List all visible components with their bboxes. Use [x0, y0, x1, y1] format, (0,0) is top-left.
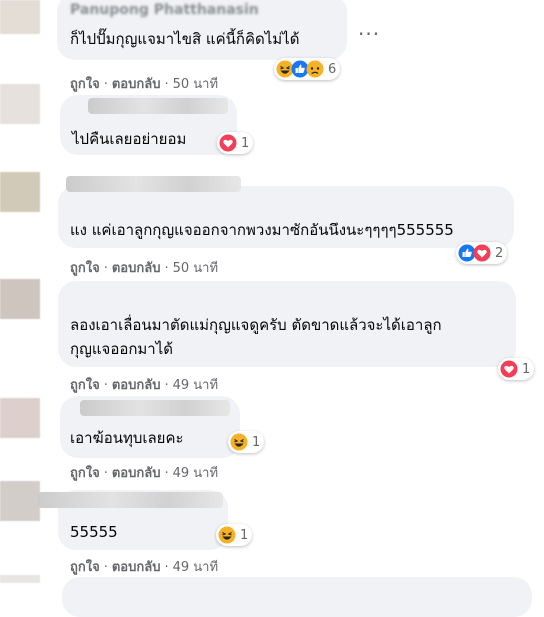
- avatar[interactable]: [0, 481, 40, 521]
- like-link[interactable]: ถูกใจ: [70, 378, 100, 393]
- separator: ·: [164, 261, 169, 276]
- comment-actions: ถูกใจ · ตอบกลับ · 49 นาที: [70, 556, 218, 577]
- commenter-name-blurred[interactable]: [66, 176, 241, 192]
- reaction-summary[interactable]: 2: [456, 242, 508, 264]
- avatar[interactable]: [0, 279, 40, 319]
- comment-actions: ถูกใจ · ตอบกลับ · 49 นาที: [70, 374, 218, 395]
- comment-time[interactable]: 49 นาที: [173, 560, 218, 575]
- comment-bubble: [62, 577, 532, 617]
- comment-text: ไปคืนเลยอย่ายอม: [72, 130, 187, 148]
- like-link[interactable]: ถูกใจ: [70, 560, 100, 575]
- comment-time[interactable]: 50 นาที: [173, 77, 218, 92]
- comment-text: 55555: [70, 523, 118, 541]
- avatar[interactable]: [0, 172, 40, 212]
- comment-text: แง แค่เอาลูกกุญแจออกจากพวงมาซักอันนึงนะๆ…: [70, 221, 454, 239]
- reaction-count: 1: [241, 135, 250, 151]
- reply-link[interactable]: ตอบกลับ: [112, 560, 161, 575]
- like-link[interactable]: ถูกใจ: [70, 466, 100, 481]
- avatar[interactable]: [0, 0, 40, 34]
- commenter-name-blurred[interactable]: [80, 400, 230, 416]
- reaction-summary[interactable]: 6: [274, 58, 341, 80]
- separator: ·: [164, 560, 169, 575]
- like-link[interactable]: ถูกใจ: [70, 261, 100, 276]
- comment-bubble: ลองเอาเลื่อนมาตัดแม่กุญแจดูครับ ตัดขาดแล…: [58, 281, 516, 367]
- reaction-summary[interactable]: 1: [498, 358, 535, 380]
- love-icon: [500, 360, 518, 378]
- haha-icon: [218, 526, 236, 544]
- comment-bubble: ไปคืนเลยอย่ายอม: [60, 95, 237, 155]
- reaction-count: 1: [240, 527, 249, 543]
- reaction-count: 2: [495, 245, 504, 261]
- comment-text: ลองเอาเลื่อนมาตัดแม่กุญแจดูครับ ตัดขาดแล…: [70, 316, 442, 334]
- reaction-summary[interactable]: 1: [228, 431, 265, 453]
- commenter-name-blurred[interactable]: [38, 492, 223, 508]
- like-link[interactable]: ถูกใจ: [70, 77, 100, 92]
- reaction-summary[interactable]: 1: [216, 524, 253, 546]
- comment-time[interactable]: 50 นาที: [173, 261, 218, 276]
- more-options-icon[interactable]: ···: [358, 22, 380, 46]
- comment-text: กุญแจออกมาได้: [70, 340, 174, 358]
- avatar[interactable]: [0, 84, 40, 124]
- reaction-count: 6: [328, 61, 337, 77]
- reaction-summary[interactable]: 1: [217, 132, 254, 154]
- separator: ·: [103, 560, 108, 575]
- sad-icon: [306, 60, 324, 78]
- reply-link[interactable]: ตอบกลับ: [112, 77, 161, 92]
- comment-time[interactable]: 49 นาที: [173, 378, 218, 393]
- avatar[interactable]: [0, 575, 40, 583]
- reaction-count: 1: [252, 434, 261, 450]
- comment-bubble: แง แค่เอาลูกกุญแจออกจากพวงมาซักอันนึงนะๆ…: [58, 176, 514, 248]
- reply-link[interactable]: ตอบกลับ: [112, 378, 161, 393]
- commenter-name[interactable]: Panupong Phatthanasin: [70, 0, 259, 22]
- separator: ·: [103, 378, 108, 393]
- love-icon: [219, 134, 237, 152]
- comment-time[interactable]: 49 นาที: [173, 466, 218, 481]
- separator: ·: [103, 77, 108, 92]
- separator: ·: [164, 77, 169, 92]
- separator: ·: [103, 466, 108, 481]
- comment-actions: ถูกใจ · ตอบกลับ · 49 นาที: [70, 462, 218, 483]
- avatar[interactable]: [0, 398, 40, 438]
- comment-bubble: เอาฆ้อนทุบเลยคะ: [60, 396, 240, 458]
- separator: ·: [103, 261, 108, 276]
- reply-link[interactable]: ตอบกลับ: [112, 466, 161, 481]
- haha-icon: [230, 433, 248, 451]
- comment-text: เอาฆ้อนทุบเลยคะ: [70, 429, 184, 447]
- separator: ·: [164, 378, 169, 393]
- comment-bubble: Panupong Phatthanasin ก็ไปปั๊มกุญแจมาไขส…: [57, 0, 347, 60]
- love-icon: [473, 244, 491, 262]
- comment-bubble: 55555: [38, 490, 228, 550]
- comment-actions: ถูกใจ · ตอบกลับ · 50 นาที: [70, 73, 218, 94]
- separator: ·: [164, 466, 169, 481]
- reaction-count: 1: [522, 361, 531, 377]
- comment-actions: ถูกใจ · ตอบกลับ · 50 นาที: [70, 257, 218, 278]
- comment-text: ก็ไปปั๊มกุญแจมาไขสิ แค่นี้ก็คิดไม่ได้: [70, 30, 300, 48]
- reply-link[interactable]: ตอบกลับ: [112, 261, 161, 276]
- commenter-name-blurred[interactable]: [88, 98, 228, 114]
